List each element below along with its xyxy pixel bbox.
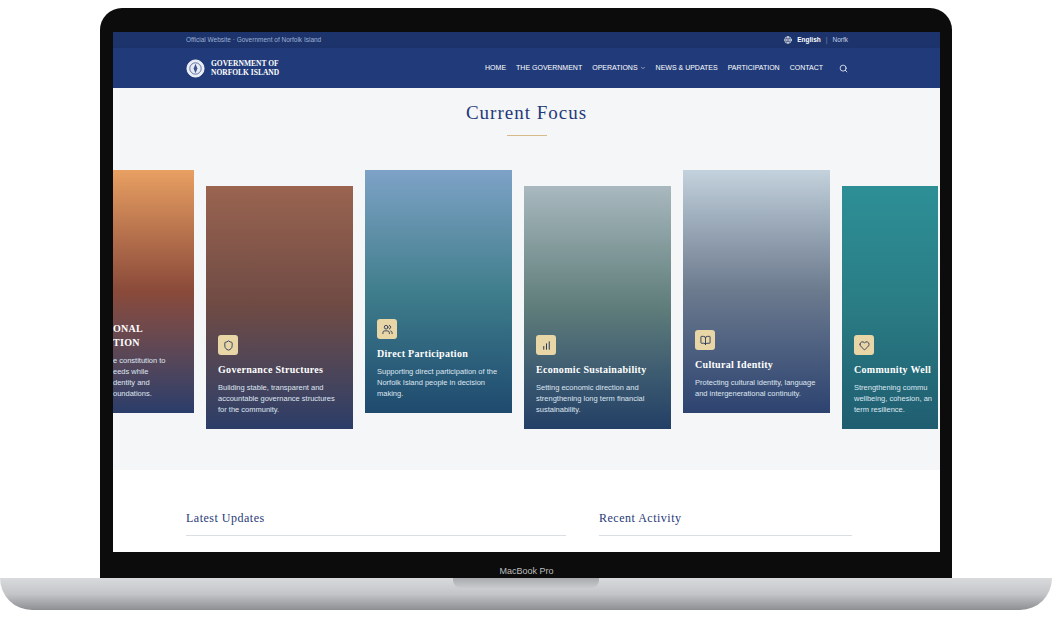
focus-card[interactable]: ONALTION e constitution toeeds whiledenti… xyxy=(113,170,194,413)
focus-carousel[interactable]: ONALTION e constitution toeeds whiledenti… xyxy=(113,170,940,429)
card-description: Setting economic direction and strengthe… xyxy=(536,382,659,415)
language-separator: | xyxy=(826,35,828,45)
card-title: Economic Sustainability xyxy=(536,363,659,377)
updates-column: Latest Updates xyxy=(186,510,566,536)
card-description: Protecting cultural identity, language a… xyxy=(695,377,818,399)
nav-item[interactable]: THE GOVERNMENT xyxy=(516,63,582,74)
focus-card[interactable]: Community Well Strengthening commuwellbei… xyxy=(842,186,938,429)
nav-item[interactable]: CONTACT xyxy=(790,63,823,74)
card-icon-box xyxy=(218,335,238,355)
screen: Official Website · Government of Norfolk… xyxy=(113,32,940,552)
focus-card[interactable]: Economic Sustainability Setting economic … xyxy=(524,186,671,429)
search-icon[interactable] xyxy=(839,64,848,73)
card-title: ONALTION xyxy=(113,322,190,350)
focus-card[interactable]: Governance Structures Building stable, tr… xyxy=(206,186,353,429)
shield-icon xyxy=(223,340,234,351)
base-notch xyxy=(453,578,599,588)
heart-icon xyxy=(859,340,870,351)
logo[interactable]: GOVERNMENT OFNORFOLK ISLAND xyxy=(186,59,279,78)
card-title: Direct Participation xyxy=(377,347,500,361)
card-icon-box xyxy=(377,319,397,339)
title-divider xyxy=(507,135,547,136)
language-option[interactable]: English xyxy=(797,35,820,45)
card-title: Cultural Identity xyxy=(695,358,818,372)
card-title: Governance Structures xyxy=(218,363,341,377)
card-icon-box xyxy=(536,335,556,355)
nav-item[interactable]: HOME xyxy=(485,63,506,74)
official-label: Official Website · Government of Norfolk… xyxy=(186,35,321,45)
chevron-down-icon xyxy=(640,65,646,71)
nav-menu: HOME THE GOVERNMENT OPERATIONS NEWS & UPDAT… xyxy=(485,63,848,74)
language-switch: English | Norfk xyxy=(784,35,848,45)
crest-icon xyxy=(186,59,205,78)
nav-item[interactable]: NEWS & UPDATES xyxy=(656,63,718,74)
card-description: Building stable, transparent and account… xyxy=(218,382,341,415)
current-focus-section: Current Focus ONALTION e constitution toee… xyxy=(113,88,940,470)
focus-card[interactable]: Cultural Identity Protecting cultural ide… xyxy=(683,170,830,413)
card-title: Community Well xyxy=(854,363,926,377)
device-label: MacBook Pro xyxy=(499,566,553,577)
updates-section: Latest Updates Recent Activity xyxy=(113,470,940,552)
language-option[interactable]: Norfk xyxy=(832,35,848,45)
focus-card[interactable]: Direct Participation Supporting direct pa… xyxy=(365,170,512,413)
users-icon xyxy=(382,324,393,335)
bar-chart-icon xyxy=(541,340,552,351)
top-bar: Official Website · Government of Norfolk… xyxy=(113,32,940,48)
column-title: Latest Updates xyxy=(186,510,566,526)
globe-icon xyxy=(784,36,792,44)
card-icon-box xyxy=(695,330,715,350)
card-description: e constitution toeeds whiledentity andou… xyxy=(113,355,190,399)
book-icon xyxy=(700,335,711,346)
card-description: Strengthening commuwellbeing, cohesion, … xyxy=(854,382,926,415)
column-title: Recent Activity xyxy=(599,510,852,526)
nav-item[interactable]: PARTICIPATION xyxy=(728,63,780,74)
card-description: Supporting direct participation of the N… xyxy=(377,366,500,399)
bezel-bottom: MacBook Pro xyxy=(113,552,940,578)
page: Official Website · Government of Norfolk… xyxy=(0,0,1056,619)
updates-column: Recent Activity xyxy=(599,510,852,536)
laptop-bezel: Official Website · Government of Norfolk… xyxy=(100,8,952,578)
card-icon-box xyxy=(854,335,874,355)
section-title: Current Focus xyxy=(466,101,587,125)
laptop-base xyxy=(0,578,1052,610)
logo-text: GOVERNMENT OFNORFOLK ISLAND xyxy=(211,59,279,77)
nav-item[interactable]: OPERATIONS xyxy=(592,63,645,74)
nav-bar: GOVERNMENT OFNORFOLK ISLAND HOME THE GOVER… xyxy=(113,48,940,88)
